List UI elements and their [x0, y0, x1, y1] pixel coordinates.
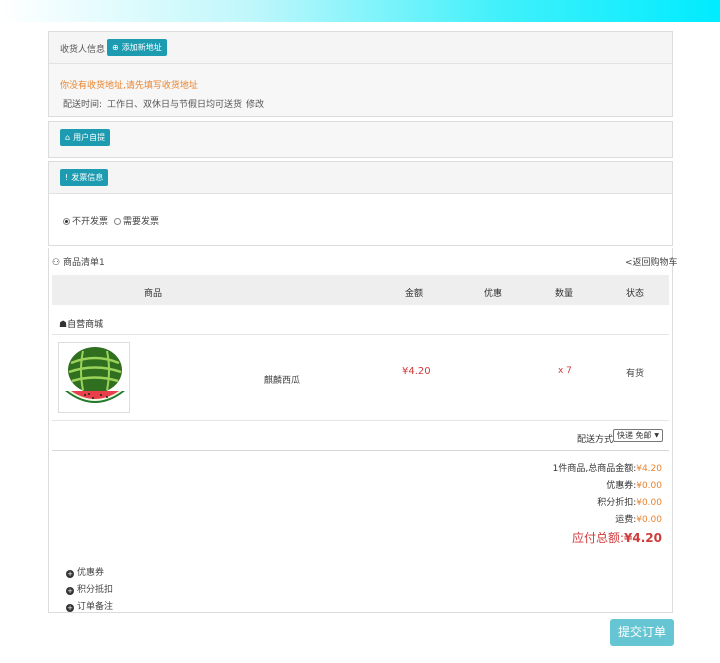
freight-value: ¥0.00 [636, 515, 662, 525]
watermelon-image [65, 347, 125, 403]
col-status: 状态 [626, 289, 645, 299]
extra-coupon-label: 优惠券 [77, 568, 105, 578]
points-row: 积分折扣:¥0.00 [553, 495, 662, 512]
coupon-label: 优惠券: [606, 481, 637, 491]
shipping-method-value: 快递 免邮 [617, 431, 652, 440]
goods-list-title: ⚇ 商品清单1 [52, 255, 105, 268]
divider [52, 450, 669, 451]
self-pickup-button[interactable]: ⌂ 用户自提 [60, 129, 111, 146]
product-price: ¥4.20 [402, 366, 431, 377]
extra-remark-label: 订单备注 [77, 602, 114, 612]
product-quantity: x 7 [558, 366, 572, 376]
product-status: 有货 [626, 369, 645, 379]
invoice-option-need[interactable]: 需要发票 [114, 214, 159, 227]
delivery-time-label: 配送时间: [63, 100, 103, 110]
address-panel: 收货人信息 ⊕ 添加新地址 你没有收货地址,请先填写收货地址 配送时间: 工作日、… [48, 31, 673, 117]
points-label: 积分折扣: [597, 498, 637, 508]
pickup-panel: ⌂ 用户自提 [48, 121, 673, 158]
add-address-button[interactable]: ⊕ 添加新地址 [107, 39, 167, 56]
shop-name: ☗自营商城 [59, 317, 103, 330]
goods-total-row: 1件商品,总商品金额:¥4.20 [553, 461, 662, 478]
freight-row: 运费:¥0.00 [553, 512, 662, 529]
order-summary: 1件商品,总商品金额:¥4.20 优惠券:¥0.00 积分折扣:¥0.00 运费… [553, 461, 662, 547]
submit-order-button[interactable]: 提交订单 [610, 619, 674, 646]
invoice-info-label: 发票信息 [71, 173, 104, 182]
coupon-value: ¥0.00 [636, 481, 662, 491]
shop-name-text: 自营商城 [67, 320, 104, 330]
coupon-row: 优惠券:¥0.00 [553, 478, 662, 495]
pay-total-row: 应付总额:¥4.20 [553, 529, 662, 547]
no-address-warning: 你没有收货地址,请先填写收货地址 [60, 81, 198, 91]
self-pickup-label: 用户自提 [73, 133, 106, 142]
radio-empty-icon [114, 218, 121, 225]
back-to-cart-link[interactable]: <返回购物车 [625, 255, 678, 268]
col-goods: 商品 [144, 289, 163, 299]
goods-table-header: 商品 金额 优惠 数量 状态 [52, 275, 669, 305]
radio-selected-icon [63, 218, 70, 225]
invoice-info-button[interactable]: ! 发票信息 [60, 169, 109, 186]
delivery-time-value: 工作日、双休日与节假日均可送货 [107, 100, 243, 110]
add-address-label: 添加新地址 [121, 43, 162, 52]
invoice-option-none[interactable]: 不开发票 [63, 214, 108, 227]
goods-list-icon: ⚇ [52, 258, 61, 268]
pay-total-value: ¥4.20 [624, 531, 662, 545]
plus-circle-icon: + [66, 604, 74, 612]
product-image[interactable] [58, 342, 130, 413]
plus-circle-icon: + [66, 587, 74, 595]
col-amount: 金额 [405, 289, 424, 299]
goods-total-label: 1件商品,总商品金额: [552, 464, 637, 474]
invoice-option-need-label: 需要发票 [123, 217, 160, 227]
shipping-method-select[interactable]: 快递 免邮 ▼ [613, 429, 663, 442]
address-panel-header: 收货人信息 ⊕ 添加新地址 [49, 32, 672, 64]
pay-total-label: 应付总额: [571, 531, 625, 545]
modify-link[interactable]: 修改 [246, 97, 264, 110]
divider [52, 334, 669, 335]
col-discount: 优惠 [484, 289, 503, 299]
goods-list-title-text: 商品清单1 [62, 258, 105, 268]
invoice-panel-header: ! 发票信息 [49, 162, 672, 194]
address-label: 收货人信息 [60, 45, 106, 55]
extra-remark[interactable]: + 订单备注 [66, 599, 113, 616]
chevron-down-icon: ▼ [654, 432, 659, 439]
exclamation-icon: ! [65, 173, 69, 182]
order-extras: + 优惠券 + 积分抵扣 + 订单备注 [66, 565, 113, 616]
extra-coupon[interactable]: + 优惠券 [66, 565, 113, 582]
invoice-option-none-label: 不开发票 [72, 217, 109, 227]
goods-total-value: ¥4.20 [636, 464, 662, 474]
invoice-panel: ! 发票信息 不开发票 需要发票 [48, 161, 673, 246]
extra-points[interactable]: + 积分抵扣 [66, 582, 113, 599]
plus-circle-icon: ⊕ [112, 43, 119, 52]
top-gradient-bar [0, 0, 720, 22]
plus-circle-icon: + [66, 570, 74, 578]
col-quantity: 数量 [555, 289, 574, 299]
divider [52, 420, 669, 421]
freight-label: 运费: [615, 515, 637, 525]
points-value: ¥0.00 [636, 498, 662, 508]
shipping-method-label: 配送方式: [577, 435, 617, 445]
extra-points-label: 积分抵扣 [77, 585, 114, 595]
shop-home-icon: ☗ [59, 320, 68, 330]
home-icon: ⌂ [65, 133, 71, 142]
product-name[interactable]: 麒麟西瓜 [264, 373, 300, 386]
